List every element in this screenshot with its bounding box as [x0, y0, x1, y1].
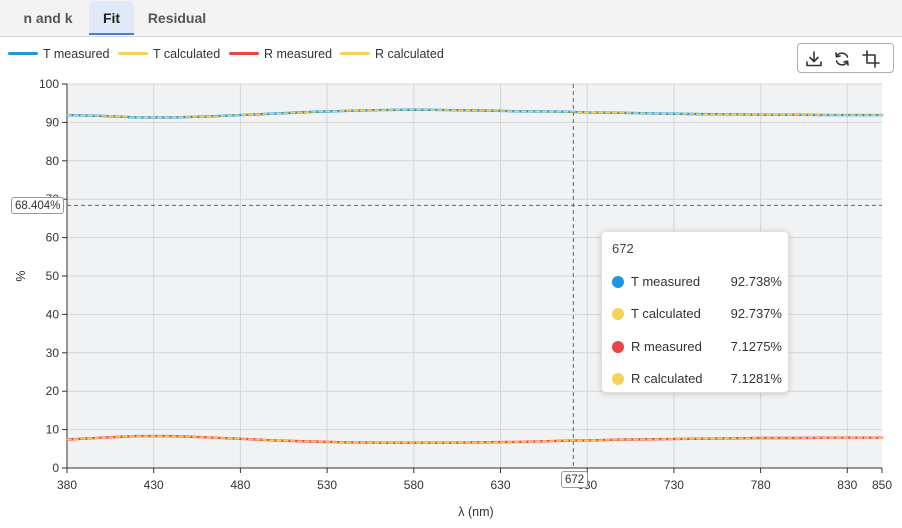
x-tick-label: 830 — [837, 478, 857, 492]
tooltip-value: 92.737% — [730, 306, 782, 321]
x-tick-label: 580 — [404, 478, 424, 492]
tooltip-row: R calculated 7.1281% — [612, 369, 782, 389]
tooltip-marker — [612, 341, 624, 353]
x-tick-label: 480 — [230, 478, 250, 492]
y-tick-label: 80 — [46, 154, 60, 168]
y-tick-label: 50 — [46, 269, 60, 283]
tooltip-series-name: T calculated — [631, 306, 701, 321]
tooltip-marker — [612, 373, 624, 385]
x-tick-label: 380 — [57, 478, 77, 492]
tooltip-series-name: R calculated — [631, 371, 703, 386]
x-tick-label: 530 — [317, 478, 337, 492]
x-axis-title: λ (nm) — [458, 505, 493, 519]
y-pointer-label: 68.404% — [11, 197, 65, 214]
tooltip-marker — [612, 276, 624, 288]
tooltip-series-name: R measured — [631, 339, 702, 354]
tooltip-row: T measured 92.738% — [612, 272, 782, 292]
tooltip-row: R measured 7.1275% — [612, 337, 782, 357]
tooltip-header: 672 — [612, 241, 634, 256]
data-tooltip: 672 T measured 92.738% T calculated 92.7… — [601, 231, 789, 393]
x-tick-label: 630 — [490, 478, 510, 492]
tooltip-series-name: T measured — [631, 274, 701, 289]
x-pointer-label: 672 — [561, 471, 589, 488]
y-tick-label: 10 — [46, 423, 60, 437]
y-tick-label: 30 — [46, 346, 60, 360]
y-tick-label: 60 — [46, 231, 60, 245]
tooltip-value: 7.1281% — [730, 371, 782, 386]
tooltip-row: T calculated 92.737% — [612, 304, 782, 324]
y-tick-label: 100 — [39, 77, 59, 91]
y-tick-label: 0 — [52, 461, 59, 475]
y-tick-label: 90 — [46, 115, 60, 129]
x-tick-label: 850 — [872, 478, 892, 492]
tooltip-value: 7.1275% — [730, 339, 782, 354]
x-tick-label: 780 — [751, 478, 771, 492]
tooltip-marker — [612, 308, 624, 320]
y-tick-label: 20 — [46, 384, 60, 398]
x-tick-label: 730 — [664, 478, 684, 492]
x-tick-label: 430 — [144, 478, 164, 492]
tooltip-value: 92.738% — [730, 274, 782, 289]
y-tick-label: 40 — [46, 307, 60, 321]
y-axis-title: % — [14, 270, 28, 281]
